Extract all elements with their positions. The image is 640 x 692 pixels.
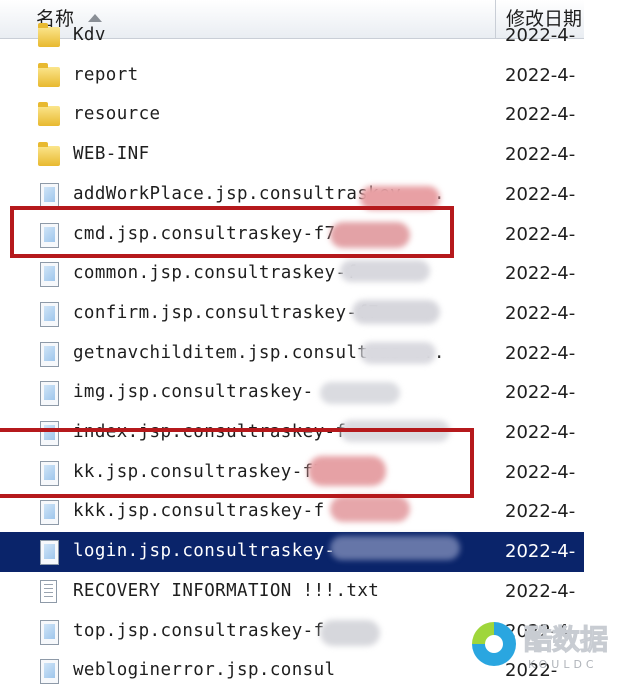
file-row[interactable]: confirm.jsp.consultraskey-f7 2022-4- <box>0 294 584 334</box>
file-name: RECOVERY INFORMATION !!!.txt <box>73 580 380 601</box>
txt-file-icon <box>38 579 60 604</box>
file-name: Kdv <box>73 25 106 45</box>
file-row[interactable]: common.jsp.consultraskey-f 2022-4- <box>0 254 584 294</box>
file-modified-date: 2022-4- <box>505 64 576 86</box>
redaction-blur <box>340 260 430 282</box>
file-row[interactable]: resource 2022-4- <box>0 95 584 135</box>
file-modified-date: 2022-4- <box>505 223 576 245</box>
file-modified-date: 2022-4- <box>505 302 576 324</box>
watermark: 酷数据 KOULDC <box>472 618 632 678</box>
file-name: report <box>73 64 139 85</box>
watermark-subtext: KOULDC <box>528 658 598 671</box>
file-modified-date: 2022-4- <box>505 501 576 523</box>
redaction-blur <box>320 620 380 646</box>
file-name: top.jsp.consultraskey-f <box>73 620 325 641</box>
folder-icon <box>38 62 60 88</box>
file-name: common.jsp.consultraskey-f <box>73 263 358 284</box>
file-row[interactable]: Kdv 2022-4- <box>0 16 584 56</box>
watermark-logo-icon <box>472 622 516 666</box>
file-name: webloginerror.jsp.consul <box>73 660 336 681</box>
file-row[interactable]: kkk.jsp.consultraskey-f 2022-4- <box>0 492 584 532</box>
file-modified-date: 2022-4- <box>505 422 576 443</box>
file-modified-date: 2022-4- <box>505 104 576 126</box>
file-name: confirm.jsp.consultraskey-f7 <box>73 302 380 323</box>
file-icon <box>38 540 60 566</box>
file-modified-date: 2022-4- <box>505 183 576 205</box>
file-modified-date: 2022-4- <box>505 144 576 166</box>
redaction-blur <box>330 496 410 522</box>
right-margin <box>584 0 640 692</box>
file-icon <box>38 619 60 645</box>
file-modified-date: 2022-4- <box>505 541 576 563</box>
file-row[interactable]: report 2022-4- <box>0 56 584 96</box>
file-icon <box>38 262 60 288</box>
redaction-blur <box>352 300 440 324</box>
file-modified-date: 2022-4- <box>505 461 576 483</box>
file-icon <box>38 182 60 208</box>
file-name: WEB-INF <box>73 144 150 165</box>
highlight-box-cmd <box>10 206 454 258</box>
file-name: resource <box>73 104 161 125</box>
file-modified-date: 2022-4- <box>505 580 576 602</box>
file-modified-date: 2022-4- <box>505 342 576 364</box>
file-row[interactable]: RECOVERY INFORMATION !!!.txt 2022-4- <box>0 572 584 612</box>
file-modified-date: 2022-4- <box>505 25 576 46</box>
file-icon <box>38 500 60 526</box>
redaction-blur <box>330 536 460 560</box>
redaction-blur <box>320 382 400 404</box>
file-icon <box>38 341 60 367</box>
file-icon <box>38 659 60 685</box>
redaction-blur <box>360 342 436 364</box>
folder-icon <box>38 23 60 48</box>
folder-icon <box>38 102 60 127</box>
file-name: login.jsp.consultraskey- <box>73 541 336 562</box>
file-modified-date: 2022-4- <box>505 263 576 285</box>
folder-icon <box>38 142 60 167</box>
file-name: kkk.jsp.consultraskey-f <box>73 501 325 522</box>
file-modified-date: 2022-4- <box>505 382 576 404</box>
file-icon <box>38 381 60 407</box>
file-row[interactable]: WEB-INF 2022-4- <box>0 135 584 175</box>
file-list-pane: 名称 修改日期 Kdv 2022-4- report 2022-4- resource 2… <box>0 0 584 692</box>
file-row[interactable]: login.jsp.consultraskey- 2022-4- <box>0 532 584 572</box>
file-row[interactable]: getnavchilditem.jsp.consultras ... 2022-4… <box>0 334 584 374</box>
file-icon <box>38 301 60 327</box>
highlight-box-kk <box>0 428 474 498</box>
watermark-text: 酷数据 <box>523 623 609 657</box>
file-name: img.jsp.consultraskey- <box>73 382 314 403</box>
file-row[interactable]: img.jsp.consultraskey- 2022-4- <box>0 373 584 413</box>
